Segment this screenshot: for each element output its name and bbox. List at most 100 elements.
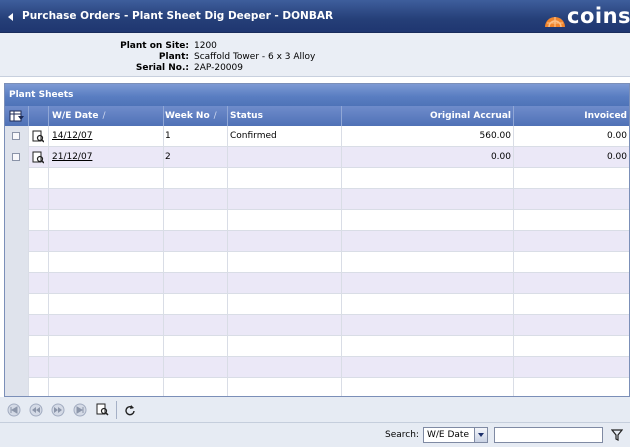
empty-cell: [5, 231, 29, 252]
empty-cell: [228, 336, 342, 357]
empty-cell: [29, 357, 49, 378]
empty-cell: [29, 168, 49, 189]
empty-cell: [342, 273, 514, 294]
original-accrual-cell: 560.00: [342, 126, 514, 147]
empty-cell: [164, 210, 228, 231]
empty-cell: [29, 273, 49, 294]
empty-cell: [5, 168, 29, 189]
empty-cell: [49, 252, 164, 273]
search-input[interactable]: [494, 427, 603, 443]
empty-cell: [29, 294, 49, 315]
column-header-week-no[interactable]: Week No /: [164, 106, 228, 126]
we-date-sort-indicator: /: [102, 111, 106, 121]
search-field-value: W/E Date: [427, 430, 469, 440]
empty-cell: [342, 231, 514, 252]
empty-cell: [342, 336, 514, 357]
plant-info-panel: Plant on Site: 1200 Plant: Scaffold Towe…: [0, 33, 630, 77]
row-select-cell: [5, 147, 29, 168]
pager-toolbar: [0, 397, 630, 423]
empty-cell: [5, 294, 29, 315]
we-date-link[interactable]: 21/12/07: [52, 152, 92, 162]
empty-cell: [29, 231, 49, 252]
back-arrow-icon[interactable]: [8, 13, 13, 21]
column-header-we-date[interactable]: W/E Date /: [49, 106, 164, 126]
empty-cell: [342, 168, 514, 189]
empty-cell: [5, 189, 29, 210]
empty-cell: [5, 336, 29, 357]
empty-table-row: [5, 168, 629, 189]
original-accrual-header-label: Original Accrual: [429, 111, 511, 121]
empty-cell: [342, 210, 514, 231]
logo-text: coins: [567, 4, 630, 28]
invoiced-cell: 0.00: [606, 131, 627, 141]
chevron-down-icon[interactable]: [474, 428, 487, 442]
empty-table-row: [5, 231, 629, 252]
empty-cell: [228, 357, 342, 378]
serial-label: Serial No.:: [135, 63, 189, 73]
we-date-link[interactable]: 14/12/07: [52, 131, 92, 141]
empty-cell: [164, 168, 228, 189]
invoiced-header-label: Invoiced: [584, 111, 627, 121]
empty-cell: [49, 315, 164, 336]
row-checkbox[interactable]: [12, 153, 20, 161]
title-bar: Purchase Orders - Plant Sheet Dig Deeper…: [0, 0, 630, 33]
empty-cell: [514, 210, 629, 231]
empty-cell: [514, 336, 629, 357]
status-header-label: Status: [230, 111, 263, 121]
plant-on-site-value: 1200: [194, 41, 217, 51]
empty-cell: [49, 273, 164, 294]
toolbar-separator: [116, 401, 117, 419]
empty-cell: [228, 378, 342, 396]
table-row[interactable]: 14/12/07 1 Confirmed 560.00 0.00: [5, 126, 629, 147]
empty-cell: [164, 336, 228, 357]
empty-cell: [29, 336, 49, 357]
refresh-icon[interactable]: [123, 403, 137, 417]
empty-cell: [49, 168, 164, 189]
search-label: Search:: [385, 430, 419, 440]
empty-cell: [228, 231, 342, 252]
empty-cell: [164, 252, 228, 273]
grid-header: W/E Date / Week No / Status Original Accru…: [5, 106, 629, 126]
first-page-icon[interactable]: [7, 403, 21, 417]
empty-cell: [514, 294, 629, 315]
empty-table-row: [5, 357, 629, 378]
empty-cell: [342, 357, 514, 378]
table-row[interactable]: 21/12/07 2 0.00 0.00: [5, 147, 629, 168]
row-checkbox[interactable]: [12, 132, 20, 140]
empty-table-row: [5, 294, 629, 315]
next-page-icon[interactable]: [51, 403, 65, 417]
view-document-icon[interactable]: [32, 151, 44, 164]
plant-sheets-title: Plant Sheets: [5, 84, 629, 106]
column-header-status[interactable]: Status: [228, 106, 342, 126]
column-header-original-accrual[interactable]: Original Accrual: [342, 106, 514, 126]
empty-cell: [29, 252, 49, 273]
empty-cell: [164, 378, 228, 396]
empty-cell: [514, 378, 629, 396]
view-document-icon[interactable]: [32, 130, 44, 143]
empty-cell: [5, 210, 29, 231]
search-bar: Search: W/E Date: [0, 423, 630, 447]
empty-cell: [228, 189, 342, 210]
original-accrual-cell: 0.00: [342, 147, 514, 168]
empty-cell: [49, 189, 164, 210]
empty-cell: [164, 231, 228, 252]
row-select-cell: [5, 126, 29, 147]
page-title: Purchase Orders - Plant Sheet Dig Deeper…: [22, 10, 334, 22]
week-no-header-label: Week No: [165, 111, 210, 121]
week-no-cell: 2: [164, 147, 228, 168]
view-icon[interactable]: [95, 403, 109, 417]
empty-cell: [5, 315, 29, 336]
column-options-button[interactable]: [5, 106, 29, 126]
empty-cell: [164, 189, 228, 210]
empty-cell: [49, 294, 164, 315]
previous-page-icon[interactable]: [29, 403, 43, 417]
last-page-icon[interactable]: [73, 403, 87, 417]
filter-icon[interactable]: [611, 429, 623, 441]
search-field-select[interactable]: W/E Date: [423, 427, 488, 443]
we-date-header-label: W/E Date: [52, 111, 99, 121]
column-header-invoiced[interactable]: Invoiced: [514, 106, 629, 126]
empty-cell: [49, 210, 164, 231]
invoiced-cell: 0.00: [606, 152, 627, 162]
empty-table-row: [5, 315, 629, 336]
plant-on-site-label: Plant on Site:: [120, 41, 189, 51]
